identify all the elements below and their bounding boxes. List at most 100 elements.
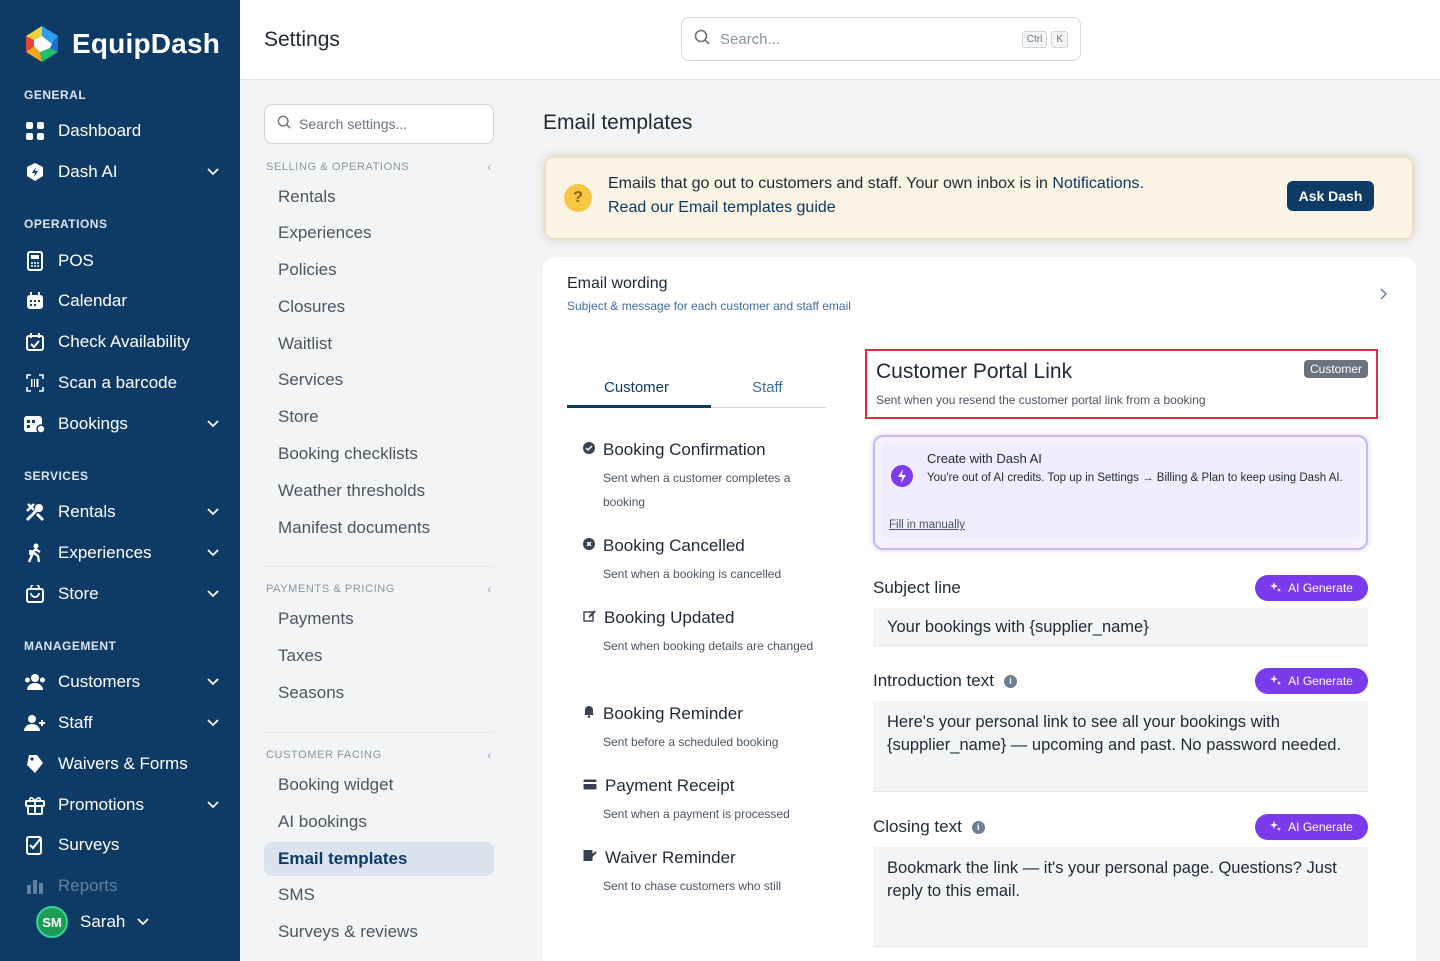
search-icon <box>277 115 291 134</box>
brand-logo[interactable]: EquipDash <box>22 24 220 64</box>
nav-check-availability[interactable]: Check Availability <box>24 324 220 360</box>
menu-item-closures[interactable]: Closures <box>264 290 494 324</box>
notifications-link[interactable]: Notifications <box>1052 175 1139 192</box>
ai-generate-label: AI Generate <box>1288 674 1353 688</box>
tab-customer[interactable]: Customer <box>604 379 669 396</box>
gift-icon <box>24 794 46 816</box>
ai-generate-closing-button[interactable]: AI Generate <box>1255 814 1368 840</box>
menu-item-surveys-reviews[interactable]: Surveys & reviews <box>264 915 494 949</box>
menu-item-booking-checklists[interactable]: Booking checklists <box>264 437 494 471</box>
section-title: Email templates <box>543 111 693 134</box>
menu-item-store[interactable]: Store <box>264 400 494 434</box>
nav-surveys[interactable]: Surveys <box>24 827 220 863</box>
template-item-waiver-reminder[interactable]: Waiver Reminder Sent to chase customers … <box>583 848 823 891</box>
ask-dash-button[interactable]: Ask Dash <box>1287 181 1374 211</box>
nav-scan-barcode[interactable]: Scan a barcode <box>24 365 220 401</box>
field-label-text: Closing text <box>873 817 962 836</box>
nav-promotions[interactable]: Promotions <box>24 787 220 823</box>
menu-item-booking-widget[interactable]: Booking widget <box>264 768 494 802</box>
menu-item-rentals[interactable]: Rentals <box>264 180 494 214</box>
nav-staff[interactable]: Staff <box>24 705 220 741</box>
nav-store[interactable]: Store <box>24 576 220 612</box>
menu-item-policies[interactable]: Policies <box>264 253 494 287</box>
audience-tabs: Customer Staff <box>567 367 826 408</box>
template-item-payment-receipt[interactable]: Payment Receipt Sent when a payment is p… <box>583 776 823 826</box>
chevron-down-icon <box>137 913 150 931</box>
chevron-down-icon <box>206 587 220 601</box>
settings-search-input[interactable]: Search settings... <box>264 104 494 144</box>
menu-item-ai-bookings[interactable]: AI bookings <box>264 805 494 839</box>
email-templates-guide-link[interactable]: Read our Email templates guide <box>608 199 836 217</box>
nav-pos[interactable]: POS <box>24 243 220 279</box>
dash-ai-card: Create with Dash AI You're out of AI cre… <box>873 435 1368 550</box>
field-label-text: Introduction text <box>873 671 994 690</box>
template-item-booking-cancelled[interactable]: Booking Cancelled Sent when a booking is… <box>583 536 823 586</box>
nav-label: Promotions <box>58 795 144 814</box>
nav-rentals[interactable]: Rentals <box>24 494 220 530</box>
info-icon[interactable]: i <box>971 820 985 834</box>
nav-experiences[interactable]: Experiences <box>24 535 220 571</box>
subject-line-input[interactable]: Your bookings with {supplier_name} <box>873 608 1368 646</box>
closing-text-input[interactable]: Bookmark the link — it's your personal p… <box>873 847 1368 947</box>
chevron-down-icon <box>206 546 220 560</box>
menu-item-seasons[interactable]: Seasons <box>264 676 494 710</box>
chevron-right-icon[interactable] <box>1380 287 1390 301</box>
edit-icon <box>583 609 596 627</box>
menu-item-services[interactable]: Services <box>264 363 494 397</box>
nav-label: Customers <box>58 672 141 691</box>
tab-staff[interactable]: Staff <box>752 379 783 396</box>
sparkle-icon <box>1270 581 1282 596</box>
fill-manually-link[interactable]: Fill in manually <box>889 519 965 531</box>
menu-section-selling[interactable]: SELLING & OPERATIONS ‹ <box>266 160 492 174</box>
global-search-input[interactable]: Search... Ctrl K <box>681 17 1081 61</box>
active-tab-indicator <box>567 405 711 408</box>
menu-item-payments[interactable]: Payments <box>264 602 494 636</box>
template-desc: Sent when a customer completes a booking <box>603 471 791 509</box>
card-subheading: Subject & message for each customer and … <box>567 299 851 313</box>
bookings-icon <box>24 413 46 435</box>
info-icon[interactable]: i <box>1003 674 1017 688</box>
ai-generate-subject-button[interactable]: AI Generate <box>1255 575 1368 601</box>
menu-item-manifest-documents[interactable]: Manifest documents <box>264 511 494 545</box>
nav-label: Bookings <box>58 414 128 433</box>
calendar-icon <box>24 290 46 312</box>
banner-text-prefix: Emails that go out to customers and staf… <box>608 175 1053 192</box>
nav-label: Calendar <box>58 291 127 310</box>
template-desc: Sent when booking details are changed <box>603 639 814 653</box>
menu-item-waitlist[interactable]: Waitlist <box>264 327 494 361</box>
barcode-scan-icon <box>24 372 46 394</box>
menu-section-payments[interactable]: PAYMENTS & PRICING ‹ <box>266 582 492 596</box>
sparkle-icon <box>1270 674 1282 689</box>
user-menu[interactable]: SM Sarah <box>36 906 150 938</box>
menu-section-customer-facing[interactable]: CUSTOMER FACING ‹ <box>266 748 492 762</box>
nav-label: POS <box>58 251 94 270</box>
nav-dash-ai[interactable]: Dash AI <box>24 154 220 190</box>
introduction-text-input[interactable]: Here's your personal link to see all you… <box>873 701 1368 792</box>
logo-icon <box>22 24 62 64</box>
template-item-booking-confirmation[interactable]: Booking Confirmation Sent when a custome… <box>583 440 823 514</box>
introduction-text-label: Introduction text i <box>873 671 1017 691</box>
menu-item-sms[interactable]: SMS <box>264 878 494 912</box>
calendar-check-icon <box>24 331 46 353</box>
ai-generate-intro-button[interactable]: AI Generate <box>1255 668 1368 694</box>
settings-search-placeholder: Search settings... <box>299 116 408 132</box>
chevron-left-icon: ‹ <box>487 748 492 762</box>
menu-item-experiences[interactable]: Experiences <box>264 216 494 250</box>
bell-icon <box>583 705 595 723</box>
nav-bookings[interactable]: Bookings <box>24 406 220 442</box>
menu-item-weather-thresholds[interactable]: Weather thresholds <box>264 474 494 508</box>
template-item-booking-reminder[interactable]: Booking Reminder Sent before a scheduled… <box>583 704 823 754</box>
template-title: Waiver Reminder <box>605 848 736 867</box>
nav-reports[interactable]: Reports <box>24 868 220 904</box>
credit-card-icon <box>583 777 597 795</box>
nav-waivers-forms[interactable]: Waivers & Forms <box>24 746 220 782</box>
nav-customers[interactable]: Customers <box>24 664 220 700</box>
nav-calendar[interactable]: Calendar <box>24 283 220 319</box>
chevron-down-icon <box>206 798 220 812</box>
template-item-booking-updated[interactable]: Booking Updated Sent when booking detail… <box>583 608 823 658</box>
nav-dashboard[interactable]: Dashboard <box>24 113 220 149</box>
ai-generate-label: AI Generate <box>1288 820 1353 834</box>
menu-item-email-templates[interactable]: Email templates <box>264 842 494 876</box>
section-operations: OPERATIONS <box>24 217 108 231</box>
menu-item-taxes[interactable]: Taxes <box>264 639 494 673</box>
